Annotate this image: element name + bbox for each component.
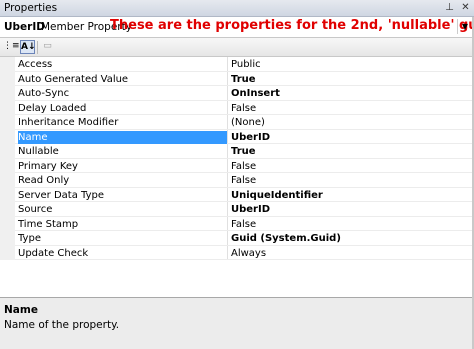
property-name: Delay Loaded xyxy=(18,102,87,114)
column-divider xyxy=(227,129,228,143)
column-divider xyxy=(227,57,228,71)
property-value[interactable]: Always xyxy=(231,247,266,260)
property-name: Auto-Sync xyxy=(18,88,70,99)
property-row-auto-sync[interactable]: Auto-Sync OnInsert xyxy=(15,86,474,101)
description-title: Name xyxy=(4,304,38,316)
property-row-access[interactable]: Access Public xyxy=(15,57,474,72)
property-value[interactable]: OnInsert xyxy=(231,87,280,100)
toolbar-separator xyxy=(37,41,38,54)
property-value[interactable]: False xyxy=(231,102,256,115)
column-divider xyxy=(227,245,228,259)
property-row-read-only[interactable]: Read Only False xyxy=(15,173,474,188)
column-divider xyxy=(227,71,228,85)
grid-gutter xyxy=(0,57,15,260)
property-value[interactable]: Guid (System.Guid) xyxy=(231,232,341,245)
property-name: Source xyxy=(18,204,53,215)
chevron-down-icon[interactable]: ▼ xyxy=(457,19,472,34)
property-row-name[interactable]: Name UberID xyxy=(15,129,474,144)
property-name: Update Check xyxy=(18,247,89,259)
column-divider xyxy=(227,100,228,114)
column-divider xyxy=(227,216,228,230)
close-icon[interactable]: ✕ xyxy=(459,1,472,14)
property-name: Nullable xyxy=(18,146,59,157)
property-grid: Access Public Auto Generated Value True … xyxy=(0,57,474,260)
column-divider xyxy=(227,115,228,129)
property-row-server-data-type[interactable]: Server Data Type UniqueIdentifier xyxy=(15,187,474,202)
property-value[interactable]: False xyxy=(231,174,256,187)
property-name: Primary Key xyxy=(18,160,78,172)
annotation-text: These are the properties for the 2nd, 'n… xyxy=(110,18,474,33)
property-value[interactable]: False xyxy=(231,218,256,231)
property-name: Read Only xyxy=(18,175,70,186)
property-value[interactable]: Public xyxy=(231,58,261,71)
property-pages-icon[interactable]: ▭ xyxy=(40,40,55,54)
property-row-inheritance-modifier[interactable]: Inheritance Modifier (None) xyxy=(15,115,474,130)
property-row-nullable[interactable]: Nullable True xyxy=(15,144,474,159)
column-divider xyxy=(227,158,228,172)
column-divider xyxy=(227,86,228,100)
property-name: Inheritance Modifier xyxy=(18,117,119,128)
pin-icon[interactable]: ⊥ xyxy=(443,1,456,14)
window-controls: ⊥ ✕ xyxy=(443,1,472,14)
property-row-primary-key[interactable]: Primary Key False xyxy=(15,158,474,173)
column-divider xyxy=(227,144,228,158)
grid-empty-area xyxy=(0,260,474,297)
property-name: Auto Generated Value xyxy=(18,73,129,85)
property-row-source[interactable]: Source UberID xyxy=(15,202,474,217)
object-selector[interactable]: UberID Member Property These are the pro… xyxy=(0,17,474,38)
property-value[interactable]: UberID xyxy=(231,203,270,216)
property-row-type[interactable]: Type Guid (System.Guid) xyxy=(15,231,474,246)
property-row-update-check[interactable]: Update Check Always xyxy=(15,245,474,260)
property-value[interactable]: UberID xyxy=(231,131,270,144)
property-value[interactable]: False xyxy=(231,160,256,173)
property-value[interactable]: True xyxy=(231,73,256,86)
property-name: Type xyxy=(18,233,41,244)
window-title: Properties xyxy=(4,2,58,14)
properties-toolbar: ⋮≡ A↓ ▭ xyxy=(0,38,474,57)
property-name: Name xyxy=(18,130,227,144)
property-value[interactable]: (None) xyxy=(231,116,265,129)
alphabetical-sort-icon[interactable]: A↓ xyxy=(20,40,36,54)
property-name: Time Stamp xyxy=(18,218,79,230)
column-divider xyxy=(227,231,228,245)
column-divider xyxy=(227,202,228,216)
property-row-delay-loaded[interactable]: Delay Loaded False xyxy=(15,100,474,115)
column-divider xyxy=(227,187,228,201)
property-row-auto-generated-value[interactable]: Auto Generated Value True xyxy=(15,71,474,86)
property-row-time-stamp[interactable]: Time Stamp False xyxy=(15,216,474,231)
object-name: UberID xyxy=(4,21,45,33)
property-name: Server Data Type xyxy=(18,189,104,201)
categorized-icon[interactable]: ⋮≡ xyxy=(3,40,20,54)
properties-title-bar: Properties ⊥ ✕ xyxy=(0,0,474,17)
property-value[interactable]: True xyxy=(231,145,256,158)
property-value[interactable]: UniqueIdentifier xyxy=(231,189,323,202)
description-panel: Name Name of the property. xyxy=(0,297,474,349)
column-divider xyxy=(227,173,228,187)
description-text: Name of the property. xyxy=(4,319,120,331)
property-name: Access xyxy=(18,59,53,70)
